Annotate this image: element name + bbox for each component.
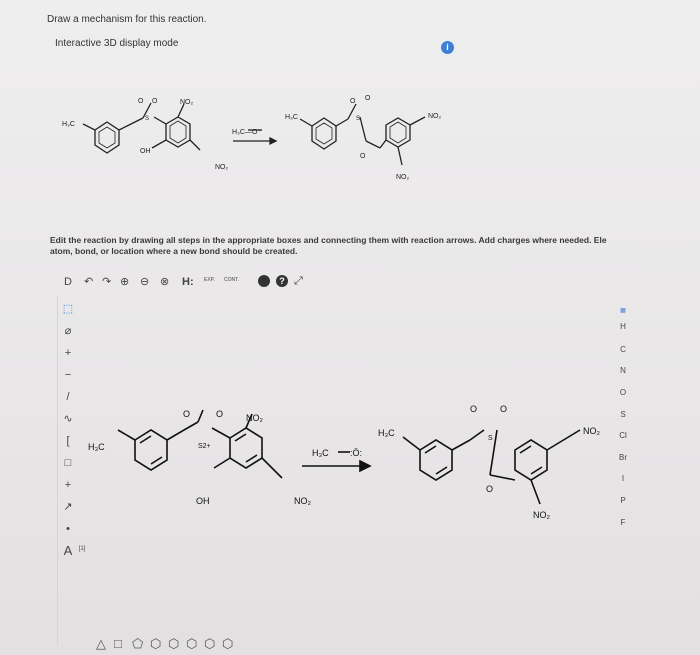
redo-icon[interactable]: ↷ [102, 276, 111, 288]
svg-text:S: S [356, 116, 360, 122]
left-sulfur: S2+ [198, 443, 211, 450]
atom-label-index: [1] [78, 546, 86, 552]
benzene-shape-icon[interactable]: ⬡ [204, 636, 215, 652]
left-no2-top: NO₂ [246, 413, 264, 423]
svg-text:O: O [138, 98, 144, 105]
eraser-tool-icon[interactable]: ⌀ [58, 322, 78, 340]
left-o1: O [183, 409, 190, 419]
left-oh: OH [196, 496, 210, 506]
settings-icon[interactable] [258, 275, 270, 287]
fullscreen-icon[interactable]: ⤢ [294, 275, 303, 287]
svg-text:OH: OH [140, 148, 151, 155]
contract-button[interactable]: CONT. [224, 274, 239, 286]
zoom-out-icon[interactable]: ⊖ [140, 276, 149, 288]
prompt-line-1: Edit the reaction by drawing all steps i… [50, 235, 607, 245]
hexagon-shape-icon[interactable]: ⬡ [150, 636, 161, 652]
reagent-h3c-left: H₃C [88, 442, 105, 452]
svg-text:O: O [365, 95, 371, 102]
element-h[interactable]: H [612, 318, 634, 336]
svg-text:H₃C—O⁻: H₃C—O⁻ [232, 129, 261, 136]
left-o2: O [216, 409, 223, 419]
svg-text:H₃C: H₃C [285, 114, 298, 121]
right-o2: O [500, 404, 507, 414]
cyclohexane-chair-icon[interactable]: ⬡ [222, 636, 233, 652]
right-no2-top: NO₂ [583, 426, 601, 436]
svg-text:S: S [145, 116, 149, 122]
octagon-shape-icon[interactable]: ⬡ [186, 636, 197, 652]
positive-charge-icon[interactable]: + [58, 344, 78, 362]
square-shape-icon[interactable]: □ [114, 636, 122, 651]
zoom-in-icon[interactable]: ⊕ [120, 276, 129, 288]
editor-toolbar: D ↶ ↷ ⊕ ⊖ ⊗ H: EXP. CONT. ? ⤢ [58, 272, 358, 292]
triangle-shape-icon[interactable]: △ [96, 636, 106, 652]
svg-text:NO₂: NO₂ [396, 174, 410, 181]
svg-text:NO₂: NO₂ [180, 99, 194, 106]
top-reaction-diagram: H₃C O O S NO₂ OH NO₂ H₃C—O⁻ H₃C O O S O … [62, 95, 442, 181]
editor-reaction-diagram[interactable]: H₃C O O S2+ NO₂ OH NO₂ H₃C :Ö: H₃C O O S… [0, 380, 620, 530]
right-o1: O [470, 404, 477, 414]
clean-icon[interactable]: ⊗ [160, 276, 169, 288]
svg-text:NO₂: NO₂ [428, 113, 442, 120]
new-file-icon[interactable]: D [64, 276, 72, 288]
element-c[interactable]: C [612, 341, 634, 359]
expand-button[interactable]: EXP. [204, 274, 215, 286]
right-sulfur: S [488, 435, 493, 442]
prompt-line-2: atom, bond, or location where a new bond… [50, 246, 298, 256]
methoxide-h3c: H₃C [312, 448, 329, 458]
hydrogen-toggle[interactable]: H: [182, 276, 194, 288]
svg-text:O: O [350, 98, 356, 105]
svg-text:O: O [152, 98, 158, 105]
select-tool-icon[interactable]: ⬚ [58, 300, 78, 318]
svg-text:NO₂: NO₂ [215, 164, 229, 171]
methoxide-oxygen: :Ö: [350, 448, 362, 458]
right-ether-o: O [486, 484, 493, 494]
right-h3c: H₃C [378, 428, 395, 438]
left-no2-bottom: NO₂ [294, 496, 312, 506]
pentagon-shape-icon[interactable]: ⬠ [132, 636, 143, 652]
element-n[interactable]: N [612, 362, 634, 380]
right-no2-bottom: NO₂ [533, 510, 551, 520]
help-icon[interactable]: ? [276, 275, 288, 287]
svg-text:H₃C: H₃C [62, 121, 75, 128]
undo-icon[interactable]: ↶ [84, 276, 93, 288]
heptagon-shape-icon[interactable]: ⬡ [168, 636, 179, 652]
svg-text:O: O [360, 153, 366, 160]
